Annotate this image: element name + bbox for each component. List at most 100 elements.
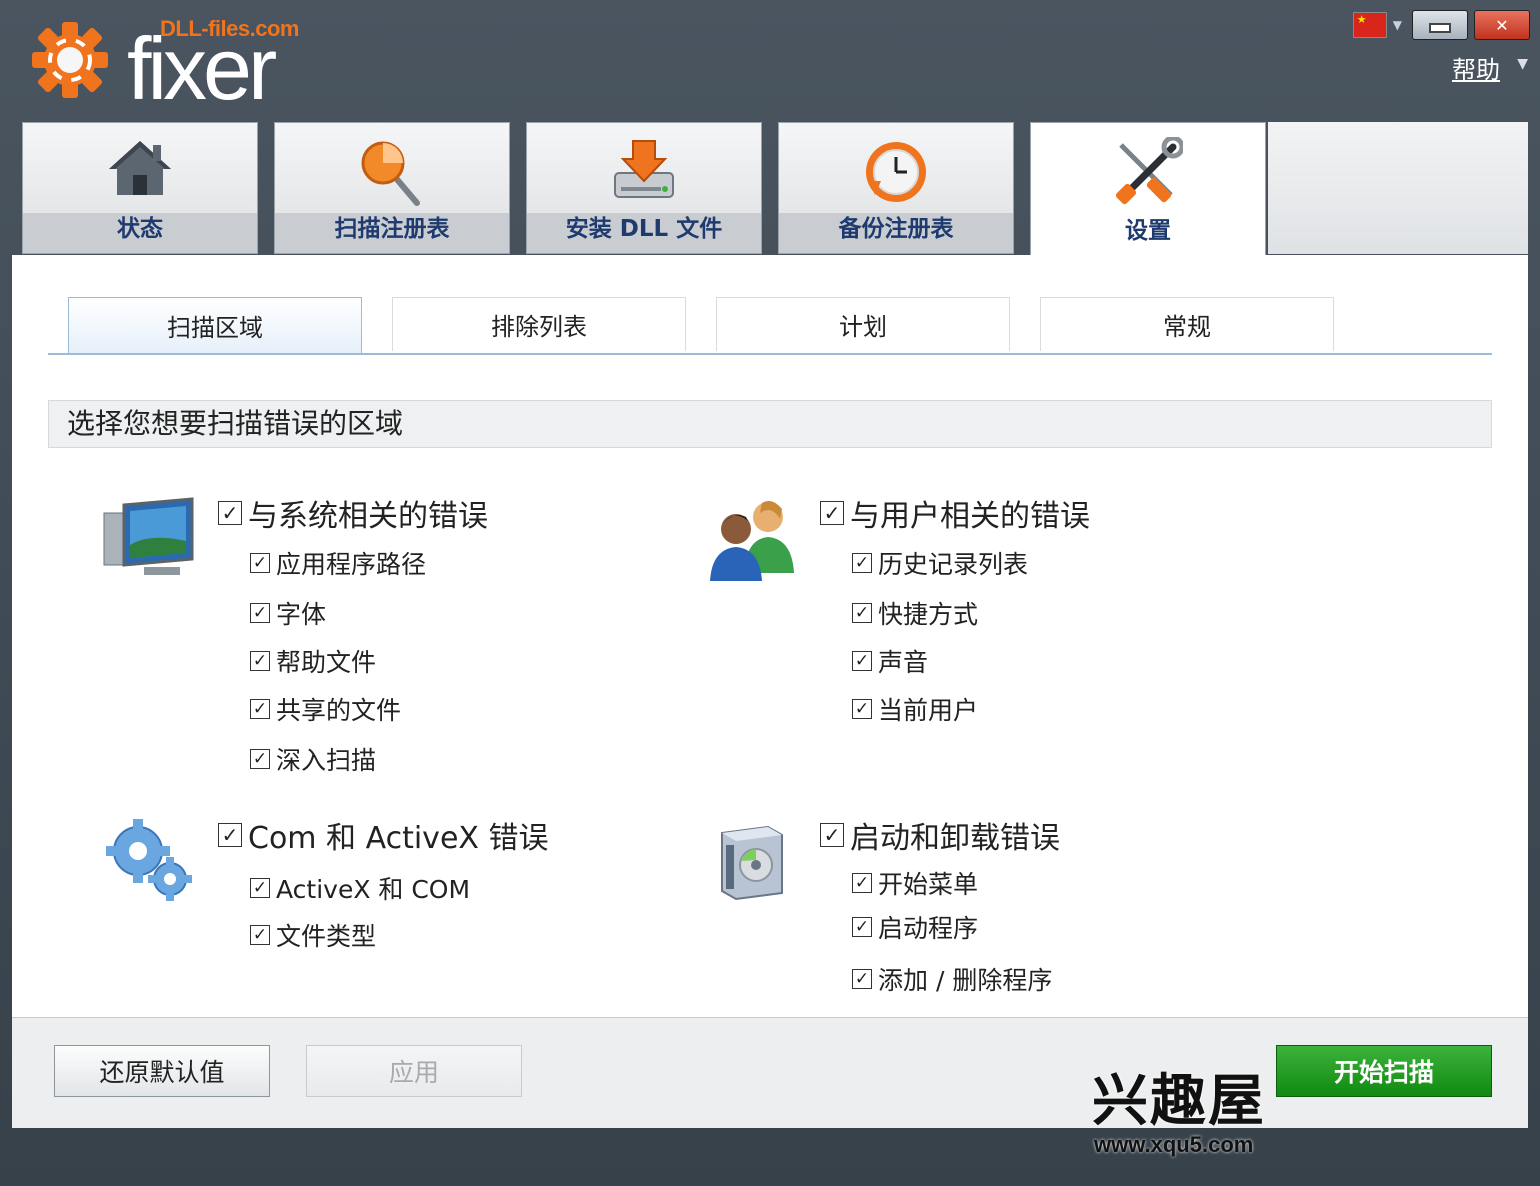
window-controls: ▼ ✕ <box>1352 10 1530 40</box>
checkbox-checked[interactable] <box>852 917 872 937</box>
download-drive-icon <box>614 140 674 198</box>
checkbox-label: ActiveX 和 COM <box>276 875 471 904</box>
checkbox-checked[interactable] <box>250 749 270 769</box>
com-activex-errors-checkbox[interactable]: Com 和 ActiveX 错误 <box>218 813 548 857</box>
magnifier-icon <box>361 141 420 206</box>
close-button[interactable]: ✕ <box>1474 10 1530 40</box>
section-header: 选择您想要扫描错误的区域 <box>48 400 1492 448</box>
minimize-button[interactable] <box>1412 10 1468 40</box>
subtab-schedule[interactable]: 计划 <box>716 297 1010 351</box>
user-errors-label: 与用户相关的错误 <box>850 499 1090 534</box>
watermark-title: 兴趣屋 <box>1092 1069 1266 1134</box>
startup-uninstall-errors-checkbox[interactable]: 启动和卸载错误 <box>820 813 1060 857</box>
tab-label: 备份注册表 <box>838 216 954 242</box>
software-box-icon <box>712 821 792 901</box>
start-menu-checkbox[interactable]: 开始菜单 <box>852 865 978 901</box>
checkbox-checked[interactable] <box>852 873 872 893</box>
deep-scan-checkbox[interactable]: 深入扫描 <box>250 741 376 777</box>
checkbox-checked[interactable] <box>250 603 270 623</box>
checkbox-label: 快捷方式 <box>878 600 979 629</box>
shortcuts-checkbox[interactable]: 快捷方式 <box>852 595 978 631</box>
subtab-scan-areas[interactable]: 扫描区域 <box>68 297 362 353</box>
sounds-checkbox[interactable]: 声音 <box>852 643 928 679</box>
subtab-general[interactable]: 常规 <box>1040 297 1334 351</box>
tab-settings[interactable]: 设置 <box>1030 122 1266 256</box>
system-errors-checkbox[interactable]: 与系统相关的错误 <box>218 491 488 535</box>
file-types-checkbox[interactable]: 文件类型 <box>250 917 376 953</box>
computer-monitor-icon <box>100 495 200 585</box>
checkbox-checked[interactable] <box>852 603 872 623</box>
checkbox-label: 应用程序路径 <box>276 550 427 579</box>
checkbox-label: 文件类型 <box>276 922 377 951</box>
checkbox-label: 深入扫描 <box>276 746 377 775</box>
help-files-checkbox[interactable]: 帮助文件 <box>250 643 376 679</box>
logo-product-text: fixer <box>127 19 277 118</box>
tab-label: 扫描注册表 <box>334 216 450 242</box>
checkbox-checked[interactable] <box>250 553 270 573</box>
activex-com-checkbox[interactable]: ActiveX 和 COM <box>250 870 470 906</box>
tab-label: 设置 <box>1125 218 1171 244</box>
checkbox-checked[interactable] <box>820 501 844 525</box>
checkbox-checked[interactable] <box>852 969 872 989</box>
com-activex-errors-label: Com 和 ActiveX 错误 <box>248 821 549 856</box>
apply-button[interactable]: 应用 <box>306 1045 522 1097</box>
app-paths-checkbox[interactable]: 应用程序路径 <box>250 545 426 581</box>
system-errors-label: 与系统相关的错误 <box>248 499 488 534</box>
tab-label: 状态 <box>117 216 163 242</box>
tab-status[interactable]: 状态 <box>22 122 258 254</box>
clock-backup-icon <box>866 142 926 202</box>
language-dropdown-icon[interactable]: ▼ <box>1393 18 1402 32</box>
app-logo: DLL-files.com fixer <box>30 14 320 114</box>
tab-label: 安装 DLL 文件 <box>565 216 723 242</box>
add-remove-programs-checkbox[interactable]: 添加 / 删除程序 <box>852 961 1052 997</box>
settings-panel: 扫描区域 排除列表 计划 常规 选择您想要扫描错误的区域 与系统相关的错误 应用… <box>12 255 1528 1017</box>
tab-bar-filler <box>1268 122 1528 254</box>
settings-subtabs: 扫描区域 排除列表 计划 常规 <box>48 297 1492 355</box>
watermark-url: www.xqu5.com <box>1094 1132 1254 1157</box>
checkbox-label: 添加 / 删除程序 <box>878 966 1053 995</box>
site-watermark: 兴趣屋 www.xqu5.com <box>1092 1070 1282 1165</box>
app-window: DLL-files.com fixer ▼ ✕ 帮助 ▼ 状态 <box>0 0 1540 1186</box>
checkbox-label: 历史记录列表 <box>878 550 1029 579</box>
checkbox-label: 共享的文件 <box>276 696 402 725</box>
house-icon <box>109 141 171 195</box>
language-flag-icon[interactable] <box>1352 12 1387 38</box>
subtab-exclusion-list[interactable]: 排除列表 <box>392 297 686 351</box>
main-tab-bar: 状态 扫描注册表 安装 DLL 文件 备份注册表 设置 <box>12 115 1528 256</box>
tools-icon <box>1115 137 1183 205</box>
checkbox-label: 当前用户 <box>878 696 979 725</box>
history-list-checkbox[interactable]: 历史记录列表 <box>852 545 1028 581</box>
lifebuoy-gear-icon <box>32 22 108 98</box>
checkbox-checked[interactable] <box>250 651 270 671</box>
startup-uninstall-errors-label: 启动和卸载错误 <box>850 821 1060 856</box>
checkbox-checked[interactable] <box>852 651 872 671</box>
start-scan-button[interactable]: 开始扫描 <box>1276 1045 1492 1097</box>
tab-install-dll[interactable]: 安装 DLL 文件 <box>526 122 762 254</box>
checkbox-label: 开始菜单 <box>878 870 979 899</box>
fonts-checkbox[interactable]: 字体 <box>250 595 326 631</box>
checkbox-checked[interactable] <box>250 699 270 719</box>
checkbox-checked[interactable] <box>250 878 270 898</box>
current-user-checkbox[interactable]: 当前用户 <box>852 691 978 727</box>
checkbox-checked[interactable] <box>218 501 242 525</box>
checkbox-checked[interactable] <box>218 823 242 847</box>
help-menu-link[interactable]: 帮助 <box>1452 50 1500 85</box>
startup-programs-checkbox[interactable]: 启动程序 <box>852 909 978 945</box>
checkbox-checked[interactable] <box>820 823 844 847</box>
shared-files-checkbox[interactable]: 共享的文件 <box>250 691 401 727</box>
checkbox-label: 声音 <box>878 648 929 677</box>
checkbox-checked[interactable] <box>250 925 270 945</box>
checkbox-label: 启动程序 <box>878 914 979 943</box>
checkbox-label: 帮助文件 <box>276 648 377 677</box>
checkbox-checked[interactable] <box>852 699 872 719</box>
close-icon: ✕ <box>1495 15 1509 35</box>
gears-icon <box>100 815 200 905</box>
tab-backup-registry[interactable]: 备份注册表 <box>778 122 1014 254</box>
help-dropdown-icon[interactable]: ▼ <box>1517 56 1528 72</box>
restore-defaults-button[interactable]: 还原默认值 <box>54 1045 270 1097</box>
minimize-icon <box>1429 23 1451 33</box>
checkbox-checked[interactable] <box>852 553 872 573</box>
user-errors-checkbox[interactable]: 与用户相关的错误 <box>820 491 1090 535</box>
footer-bar: 还原默认值 应用 开始扫描 <box>12 1017 1528 1128</box>
tab-scan-registry[interactable]: 扫描注册表 <box>274 122 510 254</box>
